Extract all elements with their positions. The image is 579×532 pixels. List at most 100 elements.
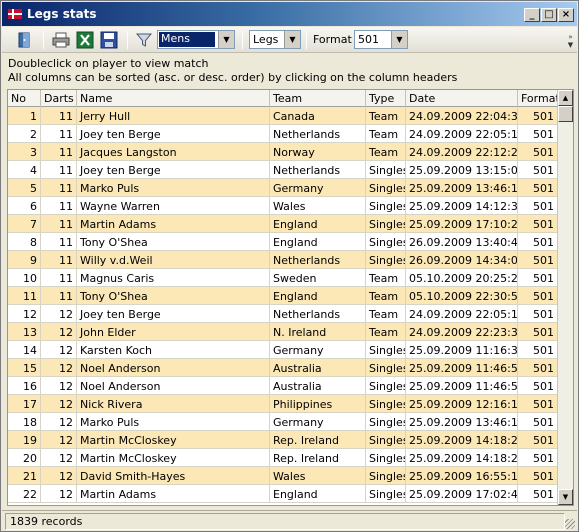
table-row[interactable]: 6 11 Wayne Warren Wales Singles 25.09.2009 14… (8, 197, 558, 215)
table-row[interactable]: 1 11 Jerry Hull Canada Team 24.09.2009 22:04:… (8, 107, 558, 125)
chevron-down-icon[interactable]: ▼ (391, 31, 407, 48)
column-header-team[interactable]: Team (270, 90, 366, 107)
scroll-up-icon[interactable]: ▲ (558, 90, 573, 106)
print-icon[interactable] (52, 31, 70, 49)
col-darts-cell: 12 (41, 359, 77, 377)
table-row[interactable]: 7 11 Martin Adams England Singles 25.09.2009 … (8, 215, 558, 233)
col-name-cell[interactable]: Joey ten Berge (77, 305, 270, 323)
col-name-cell[interactable]: David Smith-Hayes (77, 467, 270, 485)
col-team-cell: Netherlands (270, 251, 366, 269)
column-header-type[interactable]: Type (366, 90, 406, 107)
col-type-cell: Team (366, 125, 406, 143)
col-name-cell[interactable]: Marko Puls (77, 413, 270, 431)
col-name-cell[interactable]: Jerry Hull (77, 107, 270, 125)
col-name-cell[interactable]: Karsten Koch (77, 341, 270, 359)
col-no-cell: 11 (8, 287, 41, 305)
col-format-cell: 501 (518, 341, 558, 359)
chevron-down-icon[interactable]: ▼ (284, 31, 300, 48)
exit-door-icon[interactable] (16, 31, 34, 49)
col-type-cell: Team (366, 143, 406, 161)
col-name-cell[interactable]: Martin Adams (77, 215, 270, 233)
col-darts-cell: 12 (41, 395, 77, 413)
col-date-cell: 26.09.2009 14:34:09 (406, 251, 518, 269)
denmark-flag-icon (8, 9, 22, 19)
table-row[interactable]: 2 11 Joey ten Berge Netherlands Team 24.09.20… (8, 125, 558, 143)
col-name-cell[interactable]: Marko Puls (77, 179, 270, 197)
col-type-cell: Singles (366, 341, 406, 359)
table-row[interactable]: 19 12 Martin McCloskey Rep. Ireland Singles 2… (8, 431, 558, 449)
table-row[interactable]: 13 12 John Elder N. Ireland Team 24.09.2009 2… (8, 323, 558, 341)
scrollbar-thumb[interactable] (558, 106, 573, 122)
table-row[interactable]: 5 11 Marko Puls Germany Singles 25.09.2009 13… (8, 179, 558, 197)
column-header-format[interactable]: Format (518, 90, 558, 107)
table-row[interactable]: 10 11 Magnus Caris Sweden Team 05.10.2009 20:… (8, 269, 558, 287)
table-row[interactable]: 16 12 Noel Anderson Australia Singles 25.09.2… (8, 377, 558, 395)
table-row[interactable]: 8 11 Tony O'Shea England Singles 26.09.2009 1… (8, 233, 558, 251)
column-header-name[interactable]: Name (77, 90, 270, 107)
excel-export-icon[interactable] (76, 31, 94, 49)
resize-grip-icon[interactable] (565, 519, 575, 529)
col-type-cell: Singles (366, 431, 406, 449)
col-name-cell[interactable]: Joey ten Berge (77, 125, 270, 143)
col-name-cell[interactable]: Tony O'Shea (77, 287, 270, 305)
column-header-date[interactable]: Date (406, 90, 518, 107)
vertical-scrollbar[interactable]: ▲ ▼ (557, 90, 573, 505)
col-team-cell: England (270, 287, 366, 305)
table-row[interactable]: 12 12 Joey ten Berge Netherlands Team 24.09.2… (8, 305, 558, 323)
col-date-cell: 05.10.2009 22:30:56 (406, 287, 518, 305)
close-button[interactable]: × (558, 8, 574, 22)
column-header-no[interactable]: No (8, 90, 41, 107)
col-format-cell: 501 (518, 377, 558, 395)
minimize-button[interactable]: _ (524, 8, 540, 22)
save-icon[interactable] (100, 31, 118, 49)
gender-filter-select[interactable]: Mens ▼ (157, 30, 235, 49)
col-name-cell[interactable]: John Elder (77, 323, 270, 341)
col-name-cell[interactable]: Nick Rivera (77, 395, 270, 413)
table-row[interactable]: 9 11 Willy v.d.Weil Netherlands Singles 26.09… (8, 251, 558, 269)
col-name-cell[interactable]: Joey ten Berge (77, 161, 270, 179)
col-no-cell: 22 (8, 485, 41, 503)
col-type-cell: Singles (366, 215, 406, 233)
col-type-cell: Singles (366, 233, 406, 251)
col-name-cell[interactable]: Noel Anderson (77, 377, 270, 395)
col-name-cell[interactable]: Noel Anderson (77, 359, 270, 377)
table-row[interactable]: 3 11 Jacques Langston Norway Team 24.09.2009 … (8, 143, 558, 161)
table-row[interactable]: 17 12 Nick Rivera Philippines Singles 25.09.2… (8, 395, 558, 413)
col-name-cell[interactable]: Martin McCloskey (77, 431, 270, 449)
toolbar-overflow-icon[interactable]: » ▼ (566, 33, 575, 49)
col-no-cell: 17 (8, 395, 41, 413)
toolbar-separator (43, 31, 44, 49)
table-row[interactable]: 4 11 Joey ten Berge Netherlands Singles 25.09… (8, 161, 558, 179)
col-date-cell: 25.09.2009 13:46:11 (406, 179, 518, 197)
legs-stats-table: No Darts Name Team Type Date Format 1 11 Jerry H… (7, 89, 574, 506)
col-date-cell: 25.09.2009 11:16:31 (406, 341, 518, 359)
table-row[interactable]: 20 12 Martin McCloskey Rep. Ireland Singles 2… (8, 449, 558, 467)
col-format-cell: 501 (518, 197, 558, 215)
col-name-cell[interactable]: Jacques Langston (77, 143, 270, 161)
format-filter-select[interactable]: 501 ▼ (354, 30, 408, 49)
table-row[interactable]: 15 12 Noel Anderson Australia Singles 25.09.2… (8, 359, 558, 377)
col-name-cell[interactable]: Willy v.d.Weil (77, 251, 270, 269)
scroll-down-icon[interactable]: ▼ (558, 489, 573, 505)
table-row[interactable]: 21 12 David Smith-Hayes Wales Singles 25.09.2… (8, 467, 558, 485)
maximize-button[interactable]: □ (541, 8, 557, 22)
col-format-cell: 501 (518, 485, 558, 503)
chevron-down-icon[interactable]: ▼ (218, 31, 234, 48)
table-row[interactable]: 11 11 Tony O'Shea England Team 05.10.2009 22:… (8, 287, 558, 305)
filter-funnel-icon[interactable] (135, 31, 153, 49)
col-date-cell: 25.09.2009 14:12:34 (406, 197, 518, 215)
col-name-cell[interactable]: Wayne Warren (77, 197, 270, 215)
format-filter-value: 501 (358, 33, 379, 46)
title-bar[interactable]: Legs stats _ □ × (2, 2, 577, 26)
column-header-darts[interactable]: Darts (41, 90, 77, 107)
col-darts-cell: 11 (41, 287, 77, 305)
col-name-cell[interactable]: Martin Adams (77, 485, 270, 503)
col-name-cell[interactable]: Martin McCloskey (77, 449, 270, 467)
stat-filter-select[interactable]: Legs ▼ (249, 30, 301, 49)
table-row[interactable]: 22 12 Martin Adams England Singles 25.09.2009… (8, 485, 558, 503)
col-name-cell[interactable]: Magnus Caris (77, 269, 270, 287)
col-name-cell[interactable]: Tony O'Shea (77, 233, 270, 251)
table-row[interactable]: 18 12 Marko Puls Germany Singles 25.09.2009 1… (8, 413, 558, 431)
hint-sorting: All columns can be sorted (asc. or desc.… (8, 71, 458, 84)
table-row[interactable]: 14 12 Karsten Koch Germany Singles 25.09.2009… (8, 341, 558, 359)
